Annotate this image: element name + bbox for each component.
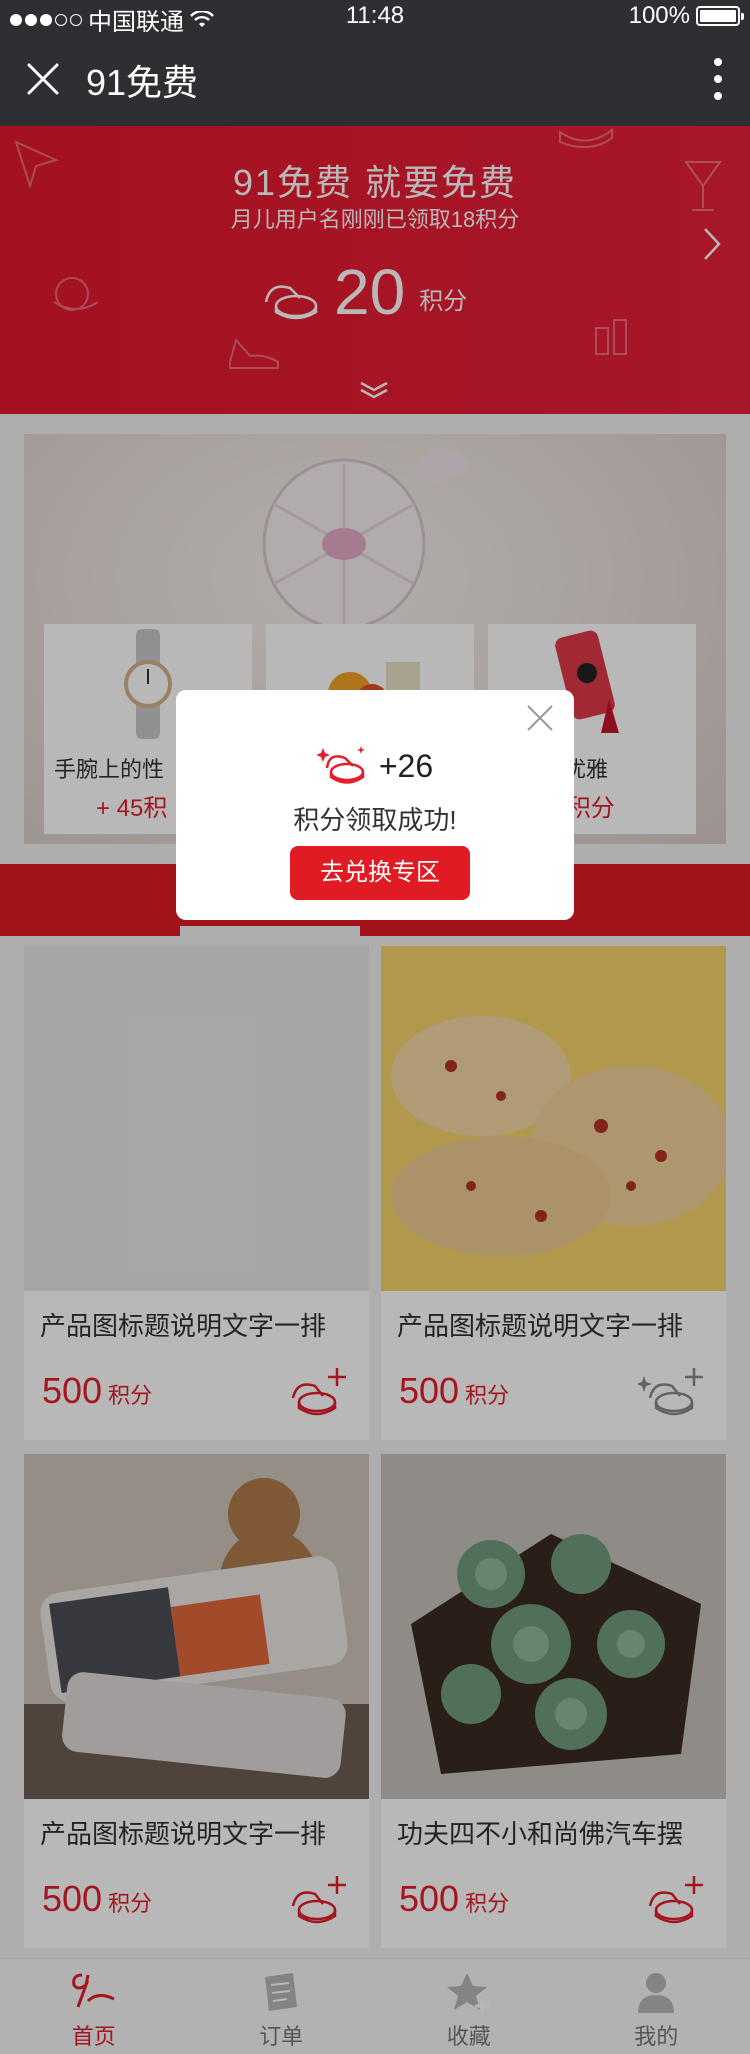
reward-dialog: +26 积分领取成功! 去兑换专区 — [176, 690, 574, 920]
modal-overlay[interactable] — [0, 126, 750, 2054]
battery-info: 100% — [628, 2, 744, 30]
battery-percent: 100% — [628, 2, 690, 29]
reward-row: +26 — [176, 744, 574, 788]
status-bar: 中国联通 11:48 100% — [0, 0, 750, 36]
dialog-close-icon[interactable] — [526, 704, 554, 732]
reward-amount: +26 — [378, 747, 434, 784]
navigation-bar: 91免费 — [0, 32, 750, 126]
close-icon[interactable] — [26, 62, 60, 96]
coins-sparkle-icon — [316, 746, 365, 784]
more-menu-icon[interactable] — [712, 58, 724, 100]
battery-icon — [696, 6, 744, 26]
go-exchange-button[interactable]: 去兑换专区 — [290, 846, 470, 900]
reward-message: 积分领取成功! — [293, 805, 457, 835]
page-title: 91免费 — [86, 62, 199, 103]
